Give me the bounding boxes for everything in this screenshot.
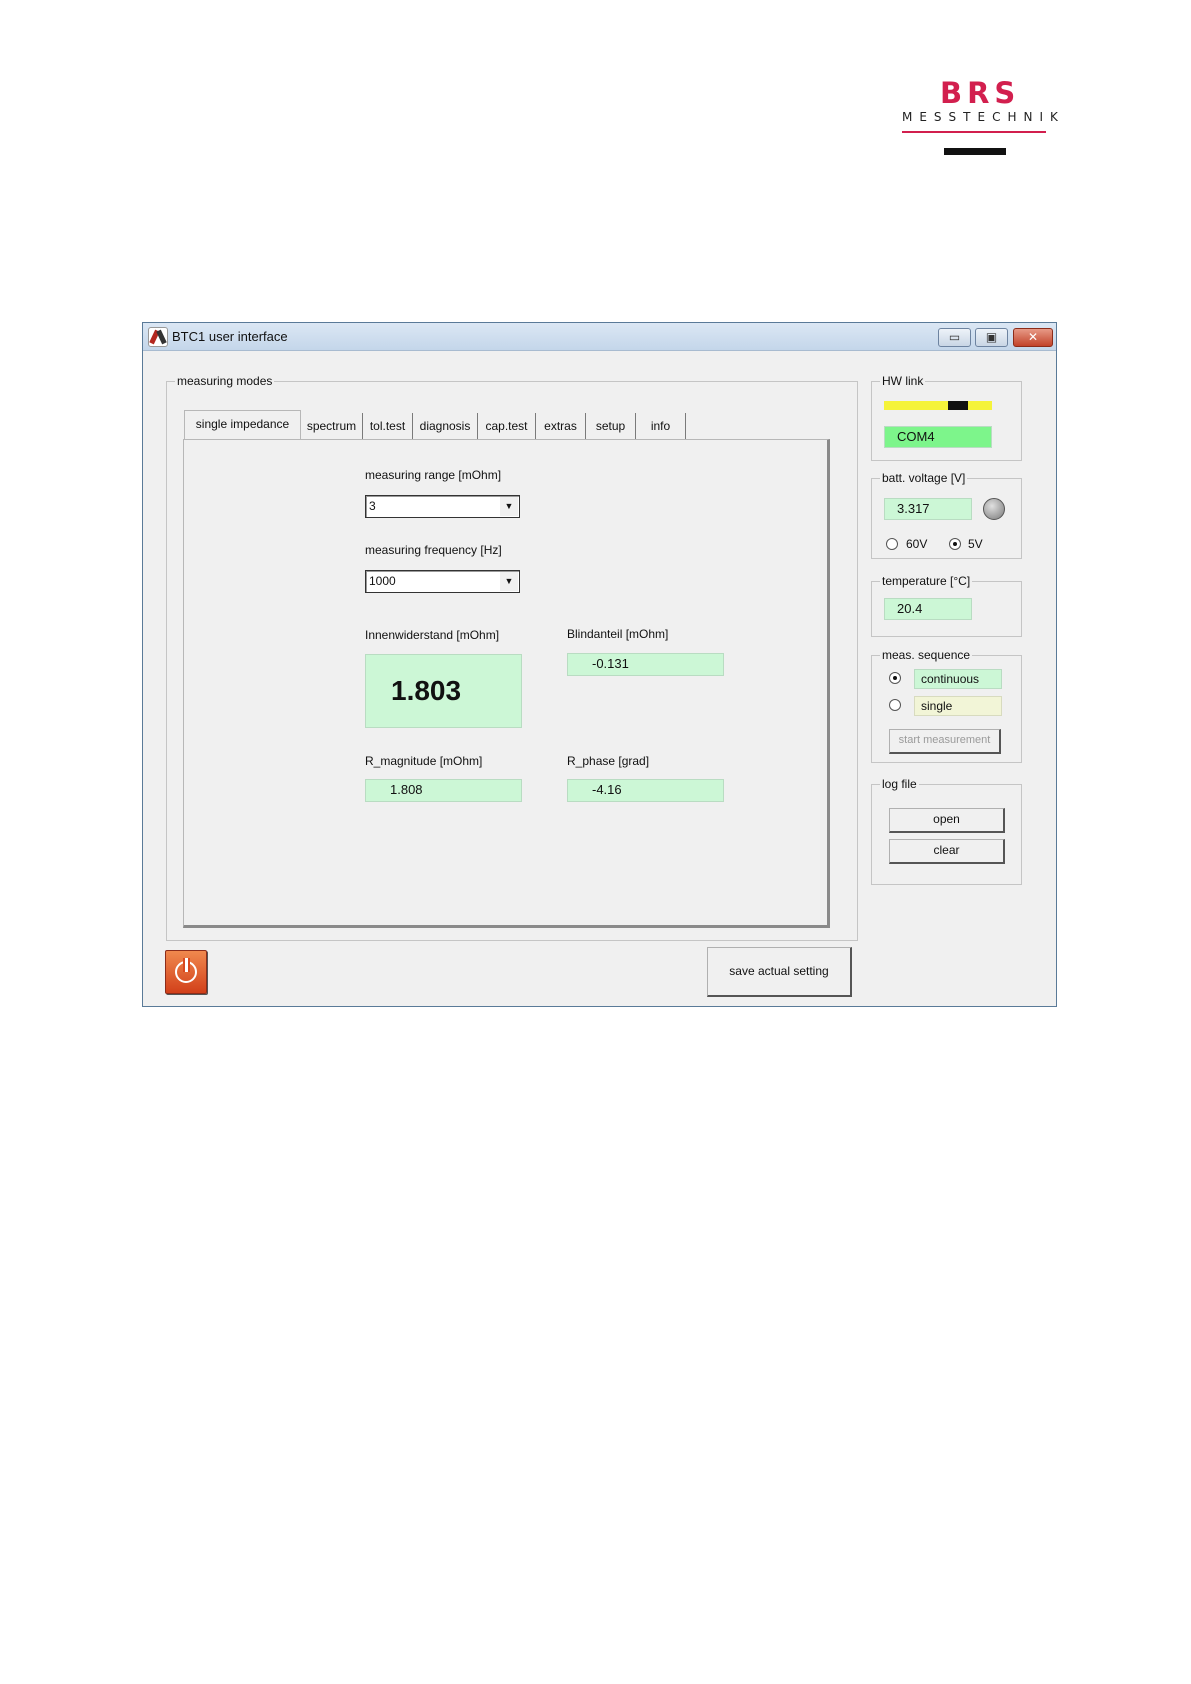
continuous-option[interactable]: continuous: [914, 669, 1002, 689]
tab-tol-test[interactable]: tol.test: [363, 413, 413, 439]
measuring-range-label: measuring range [mOhm]: [365, 468, 502, 482]
logo-subtitle: MESSTECHNIK: [902, 110, 1065, 124]
chevron-down-icon[interactable]: ▼: [500, 572, 518, 591]
minimize-button[interactable]: ▭: [938, 328, 971, 347]
com-port-value: COM4: [884, 426, 992, 448]
measuring-range-value: 3: [369, 499, 376, 513]
r-phase-label: R_phase [grad]: [567, 754, 650, 768]
r-magnitude-value: 1.808: [365, 779, 522, 802]
meas-sequence-title: meas. sequence: [880, 648, 973, 662]
r-magnitude-label: R_magnitude [mOhm]: [365, 754, 483, 768]
tab-single-impedance[interactable]: single impedance: [184, 410, 301, 440]
radio-60v[interactable]: [886, 538, 898, 550]
window-title: BTC1 user interface: [172, 329, 288, 344]
tab-cap-test[interactable]: cap.test: [478, 413, 536, 439]
log-file-title: log file: [880, 777, 919, 791]
close-button[interactable]: ✕: [1013, 328, 1053, 347]
hw-link-title: HW link: [880, 374, 926, 388]
maximize-button[interactable]: ▣: [975, 328, 1008, 347]
measuring-frequency-select[interactable]: 1000 ▼: [365, 570, 520, 593]
logo-brand: BRS: [940, 76, 1021, 110]
log-file-group: log file open clear: [871, 777, 1022, 885]
innenwiderstand-label: Innenwiderstand [mOhm]: [365, 628, 500, 642]
innenwiderstand-value: 1.803: [365, 654, 522, 728]
chevron-down-icon[interactable]: ▼: [500, 497, 518, 516]
log-open-button[interactable]: open: [889, 808, 1005, 833]
tab-spectrum[interactable]: spectrum: [301, 413, 363, 439]
log-clear-button[interactable]: clear: [889, 839, 1005, 864]
app-window: BTC1 user interface ▭ ▣ ✕ measuring mode…: [142, 322, 1057, 1007]
batt-voltage-title: batt. voltage [V]: [880, 471, 968, 485]
temperature-group: temperature [°C] 20.4: [871, 574, 1022, 637]
app-icon: [148, 327, 168, 347]
radio-60v-label[interactable]: 60V: [906, 537, 927, 551]
tab-extras[interactable]: extras: [536, 413, 586, 439]
hw-link-activity-bar: [884, 401, 992, 410]
measuring-modes-title: measuring modes: [175, 374, 275, 388]
measuring-range-select[interactable]: 3 ▼: [365, 495, 520, 518]
tab-info[interactable]: info: [636, 413, 686, 439]
tab-diagnosis[interactable]: diagnosis: [413, 413, 478, 439]
logo-bar: [944, 148, 1006, 155]
radio-5v[interactable]: [949, 538, 961, 550]
hw-link-group: HW link COM4: [871, 374, 1022, 461]
batt-status-led: [983, 498, 1005, 520]
hw-link-indicator: [948, 401, 968, 410]
single-option[interactable]: single: [914, 696, 1002, 716]
power-icon-stem: [183, 958, 190, 972]
blindanteil-value: -0.131: [567, 653, 724, 676]
blindanteil-label: Blindanteil [mOhm]: [567, 627, 669, 641]
batt-voltage-group: batt. voltage [V] 3.317 60V 5V: [871, 471, 1022, 559]
radio-single[interactable]: [889, 699, 901, 711]
meas-sequence-group: meas. sequence continuous single start m…: [871, 648, 1022, 763]
brs-logo: BRS MESSTECHNIK: [900, 72, 1058, 162]
power-button[interactable]: [165, 950, 207, 994]
title-bar[interactable]: BTC1 user interface ▭ ▣ ✕: [143, 323, 1056, 351]
r-phase-value: -4.16: [567, 779, 724, 802]
radio-5v-label[interactable]: 5V: [968, 537, 983, 551]
batt-voltage-value: 3.317: [884, 498, 972, 520]
tab-setup[interactable]: setup: [586, 413, 636, 439]
measuring-frequency-label: measuring frequency [Hz]: [365, 543, 502, 557]
temperature-title: temperature [°C]: [880, 574, 973, 588]
logo-underline: [902, 131, 1046, 133]
radio-continuous[interactable]: [889, 672, 901, 684]
measuring-frequency-value: 1000: [369, 574, 396, 588]
save-actual-setting-button[interactable]: save actual setting: [707, 947, 852, 997]
temperature-value: 20.4: [884, 598, 972, 620]
start-measurement-button[interactable]: start measurement: [889, 729, 1001, 754]
